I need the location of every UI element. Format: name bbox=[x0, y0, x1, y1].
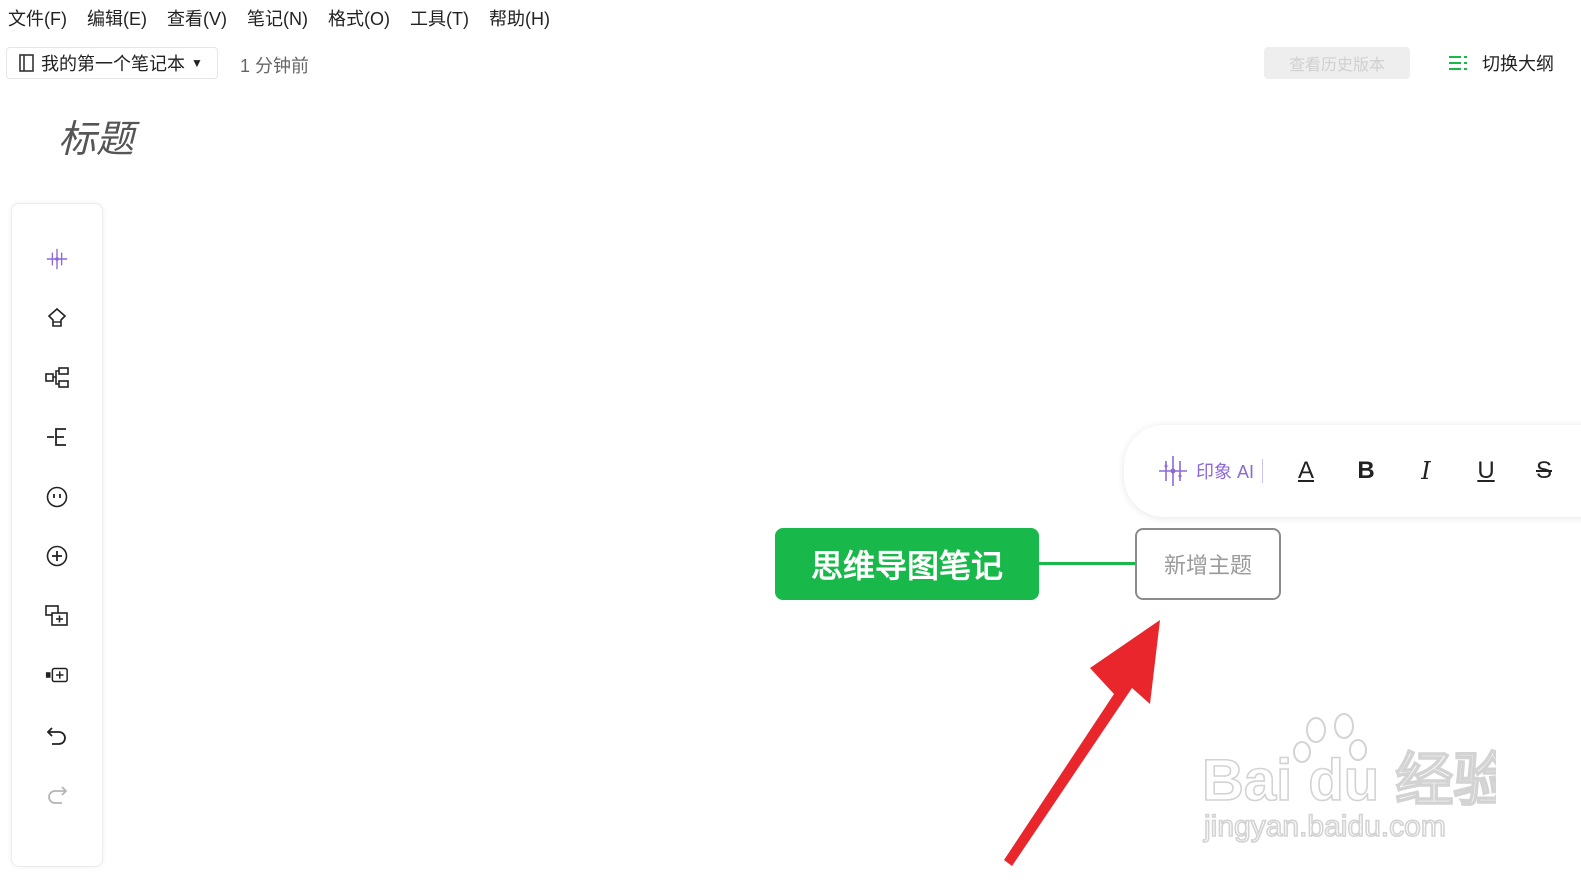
menu-format[interactable]: 格式(O) bbox=[320, 5, 402, 31]
impression-ai-label: 印象 AI bbox=[1196, 462, 1255, 482]
redo-icon[interactable] bbox=[45, 782, 69, 806]
notebook-name: 我的第一个笔记本 bbox=[41, 54, 185, 74]
menu-help[interactable]: 帮助(H) bbox=[481, 5, 562, 31]
impression-ai-button[interactable]: 印象 AI bbox=[1156, 453, 1264, 489]
italic-button[interactable]: I bbox=[1412, 455, 1440, 487]
text-color-button[interactable]: A bbox=[1292, 455, 1320, 487]
view-history-button[interactable]: 查看历史版本 bbox=[1264, 47, 1410, 79]
menu-file[interactable]: 文件(F) bbox=[0, 5, 79, 31]
menu-note[interactable]: 笔记(N) bbox=[239, 5, 320, 31]
underline-button[interactable]: U bbox=[1472, 455, 1500, 487]
ai-sparkle-icon bbox=[1159, 456, 1187, 486]
notebook-selector[interactable]: 我的第一个笔记本 ▼ bbox=[6, 47, 218, 79]
mindmap-tool-rail bbox=[11, 203, 103, 867]
baidu-watermark: Bai du 经验 jingyan.baidu.com bbox=[1201, 713, 1496, 844]
bold-button[interactable]: B bbox=[1352, 455, 1380, 487]
note-title[interactable]: 标题 bbox=[58, 108, 134, 163]
red-arrow-annotation bbox=[1004, 620, 1160, 866]
structure-icon[interactable] bbox=[45, 366, 69, 390]
add-sibling-node-icon[interactable] bbox=[45, 663, 69, 687]
last-saved-time: 1 分钟前 bbox=[240, 56, 310, 76]
switch-outline-button[interactable]: 切换大纲 bbox=[1448, 48, 1554, 78]
notebook-icon bbox=[19, 54, 35, 72]
add-child-node-icon[interactable] bbox=[45, 604, 69, 628]
outline-list-icon bbox=[1449, 56, 1467, 70]
ai-separator bbox=[1262, 459, 1264, 483]
emoji-icon[interactable] bbox=[45, 485, 69, 509]
topic-style-icon[interactable] bbox=[45, 306, 69, 330]
add-subtopic-icon[interactable] bbox=[45, 425, 69, 449]
caret-down-icon: ▼ bbox=[191, 56, 203, 70]
text-format-bar: 印象 AI A B I U S bbox=[1124, 425, 1581, 517]
node-connector bbox=[1039, 562, 1136, 565]
menu-bar: 文件(F) 编辑(E) 查看(V) 笔记(N) 格式(O) 工具(T) 帮助(H… bbox=[0, 0, 562, 36]
menu-edit[interactable]: 编辑(E) bbox=[79, 5, 159, 31]
undo-icon[interactable] bbox=[45, 723, 69, 747]
menu-tools[interactable]: 工具(T) bbox=[402, 5, 481, 31]
watermark-brand: Bai du 经验 bbox=[1202, 748, 1496, 813]
mindmap-root-node[interactable]: 思维导图笔记 bbox=[775, 528, 1039, 600]
switch-outline-label: 切换大纲 bbox=[1482, 54, 1554, 74]
ai-sparkle-icon[interactable] bbox=[45, 247, 69, 271]
add-circle-icon[interactable] bbox=[45, 544, 69, 568]
watermark-url: jingyan.baidu.com bbox=[1203, 810, 1446, 843]
mindmap-child-node[interactable]: 新增主题 bbox=[1135, 528, 1281, 600]
menu-view[interactable]: 查看(V) bbox=[159, 5, 239, 31]
strikethrough-button[interactable]: S bbox=[1530, 455, 1558, 487]
